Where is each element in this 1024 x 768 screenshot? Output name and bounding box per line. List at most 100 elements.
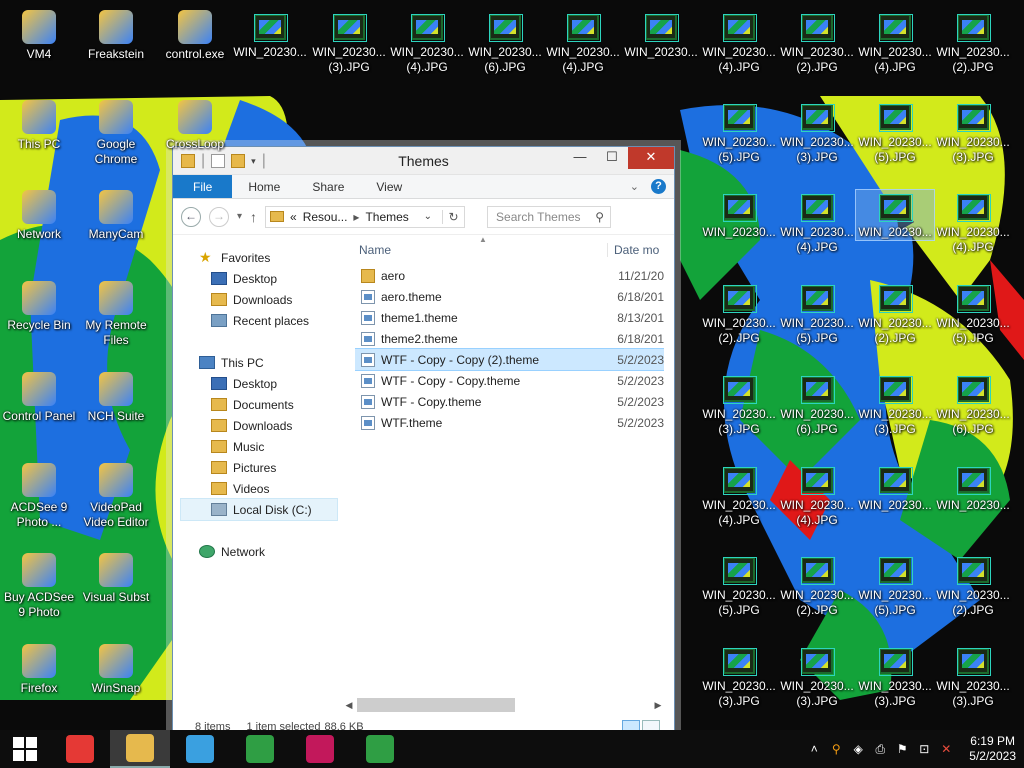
nav-pc-videos[interactable]: Videos (173, 478, 341, 499)
breadcrumb-resources[interactable]: Resou... (303, 210, 348, 224)
column-name[interactable]: Name (355, 243, 607, 257)
desktop-icon-item[interactable]: NCH Suite (77, 372, 155, 424)
desktop-icon-item[interactable]: Recycle Bin (0, 281, 78, 333)
desktop-icon-item[interactable]: WIN_20230... (3).JPG (778, 644, 856, 709)
desktop-icon-item[interactable]: WIN_20230... (5).JPG (700, 100, 778, 165)
maximize-button[interactable]: ☐ (596, 147, 628, 169)
desktop-icon-item[interactable]: WIN_20230... (231, 10, 309, 60)
desktop-icon-item[interactable]: WIN_20230... (2).JPG (700, 281, 778, 346)
tab-view[interactable]: View (360, 175, 418, 198)
title-bar[interactable]: | ▾ | Themes — ☐ ✕ (173, 147, 674, 175)
nav-this-pc[interactable]: This PC (173, 352, 341, 373)
desktop-icon-item[interactable]: Freakstein (77, 10, 155, 62)
back-button[interactable]: ← (181, 206, 201, 227)
nav-pc-pictures[interactable]: Pictures (173, 457, 341, 478)
desktop-icon-item[interactable]: WIN_20230... (3).JPG (778, 100, 856, 165)
column-date-modified[interactable]: Date mo (607, 242, 659, 257)
address-overflow[interactable]: « (290, 210, 297, 224)
desktop-icon-item[interactable]: WIN_20230... (3).JPG (856, 644, 934, 709)
nav-favorites[interactable]: ★ Favorites (173, 247, 341, 268)
recent-locations-icon[interactable]: ▾ (237, 211, 242, 222)
help-icon[interactable]: ? (651, 179, 666, 194)
desktop-icon-item[interactable]: WIN_20230... (6).JPG (934, 372, 1012, 437)
file-row[interactable]: aero.theme 6/18/201 (355, 286, 664, 307)
desktop-icon-item[interactable]: control.exe (156, 10, 234, 62)
desktop-icon-item[interactable]: WIN_20230... (5).JPG (856, 100, 934, 165)
forward-button[interactable]: → (209, 206, 229, 227)
desktop-icon-item[interactable]: ManyCam (77, 190, 155, 242)
horizontal-scrollbar[interactable]: ◀ ▶ (343, 697, 664, 713)
explorer-window[interactable]: | ▾ | Themes — ☐ ✕ File Home Share View … (172, 146, 675, 738)
printer-icon[interactable]: ⎙ (873, 742, 887, 756)
desktop-icon-item[interactable]: Control Panel (0, 372, 78, 424)
security-icon[interactable]: ◈ (851, 742, 865, 756)
nav-fav-recent[interactable]: Recent places (173, 310, 341, 331)
taskbar-calculator-button[interactable] (230, 730, 290, 768)
desktop-icon-item[interactable]: WIN_20230... (3).JPG (856, 372, 934, 437)
desktop-icon-item[interactable]: WIN_20230... (3).JPG (934, 100, 1012, 165)
volume-muted-icon[interactable]: ✕ (939, 742, 953, 756)
desktop-icon-item[interactable]: WIN_20230... (3).JPG (700, 644, 778, 709)
address-dropdown-icon[interactable]: ⌄ (420, 211, 436, 222)
network-tray-icon[interactable]: ⊡ (917, 742, 931, 756)
desktop-icon-item[interactable]: WIN_20230... (3).JPG (700, 372, 778, 437)
desktop-icon-item[interactable]: WIN_20230... (5).JPG (778, 281, 856, 346)
file-row[interactable]: aero 11/21/20 (355, 265, 664, 286)
desktop-icon-item[interactable]: WIN_20230... (4).JPG (856, 10, 934, 75)
refresh-icon[interactable]: ↻ (442, 209, 464, 224)
nav-pc-documents[interactable]: Documents (173, 394, 341, 415)
desktop-icon-item[interactable]: WIN_20230... (6).JPG (778, 372, 856, 437)
breadcrumb-themes[interactable]: Themes (365, 210, 408, 224)
flag-icon[interactable]: ⚑ (895, 742, 909, 756)
desktop-icon-item[interactable]: CrossLoop (156, 100, 234, 152)
file-row[interactable]: WTF - Copy - Copy (2).theme 5/2/2023 (355, 348, 664, 371)
desktop-icon-item[interactable]: WIN_20230... (5).JPG (856, 553, 934, 618)
desktop-icon-item[interactable]: WIN_20230... (856, 463, 934, 513)
desktop-icon-item[interactable]: WIN_20230... (4).JPG (778, 463, 856, 528)
taskbar-manycam-button[interactable] (170, 730, 230, 768)
file-row[interactable]: theme2.theme 6/18/201 (355, 328, 664, 349)
nav-fav-downloads[interactable]: Downloads (173, 289, 341, 310)
tab-home[interactable]: Home (232, 175, 296, 198)
desktop-icon-item[interactable]: ACDSee 9 Photo ... (0, 463, 78, 530)
nav-network[interactable]: Network (173, 541, 341, 562)
desktop-icon-item[interactable]: WIN_20230... (2).JPG (856, 281, 934, 346)
desktop-icon-item[interactable]: WIN_20230... (934, 463, 1012, 513)
file-row[interactable]: WTF.theme 5/2/2023 (355, 412, 664, 433)
desktop-icon-item[interactable]: VideoPad Video Editor (77, 463, 155, 530)
tab-share[interactable]: Share (296, 175, 360, 198)
search-input[interactable]: Search Themes ⚲ (487, 205, 612, 228)
desktop-icon-item[interactable]: Firefox (0, 644, 78, 696)
desktop-icon-item[interactable]: WIN_20230... (855, 189, 935, 241)
taskbar-stock-chart-button[interactable] (350, 730, 410, 768)
desktop-icon-item[interactable]: WIN_20230... (2).JPG (934, 10, 1012, 75)
expand-ribbon-icon[interactable]: ⌄ (630, 180, 639, 193)
address-bar[interactable]: « Resou... ▸ Themes ⌄ ↻ (265, 205, 466, 228)
desktop-icon-item[interactable]: Visual Subst (77, 553, 155, 605)
desktop-icon-item[interactable]: WIN_20230... (4).JPG (700, 463, 778, 528)
desktop-icon-item[interactable]: WIN_20230... (3).JPG (934, 644, 1012, 709)
nav-pc-local-disk[interactable]: Local Disk (C:) (180, 498, 338, 521)
desktop-icon-item[interactable]: WIN_20230... (2).JPG (934, 553, 1012, 618)
breadcrumb-separator-icon[interactable]: ▸ (353, 210, 359, 224)
desktop-icon-item[interactable]: WIN_20230... (5).JPG (934, 281, 1012, 346)
minimize-button[interactable]: — (564, 147, 596, 169)
desktop-icon-item[interactable]: Google Chrome (77, 100, 155, 167)
desktop-icon-item[interactable]: Network (0, 190, 78, 242)
desktop-icon-item[interactable]: WIN_20230... (622, 10, 700, 60)
desktop-icon-item[interactable]: My Remote Files (77, 281, 155, 348)
scroll-right-icon[interactable]: ▶ (652, 700, 664, 711)
desktop-icon-item[interactable]: WIN_20230... (4).JPG (544, 10, 622, 75)
up-button[interactable]: ↑ (250, 209, 257, 225)
scroll-left-icon[interactable]: ◀ (343, 700, 355, 711)
desktop-icon-item[interactable]: This PC (0, 100, 78, 152)
search-tray-icon[interactable]: ⚲ (829, 742, 843, 756)
desktop-icon-item[interactable]: WIN_20230... (6).JPG (466, 10, 544, 75)
nav-pc-downloads[interactable]: Downloads (173, 415, 341, 436)
desktop-icon-item[interactable]: WIN_20230... (4).JPG (700, 10, 778, 75)
desktop-icon-item[interactable]: WIN_20230... (4).JPG (778, 190, 856, 255)
nav-fav-desktop[interactable]: Desktop (173, 268, 341, 289)
desktop-icon-item[interactable]: WinSnap (77, 644, 155, 696)
clock[interactable]: 6:19 PM 5/2/2023 (969, 734, 1016, 764)
file-row[interactable]: WTF - Copy - Copy.theme 5/2/2023 (355, 370, 664, 391)
